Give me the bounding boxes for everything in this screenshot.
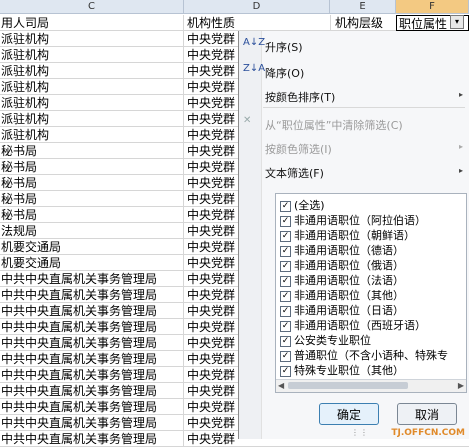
- cell-c[interactable]: 秘书局: [0, 143, 184, 159]
- cell-c[interactable]: 派驻机构: [0, 47, 184, 63]
- sort-descending-icon: Z↓A: [243, 63, 266, 74]
- cell-c[interactable]: 法规局: [0, 223, 184, 239]
- scroll-thumb[interactable]: [288, 382, 408, 389]
- filter-option[interactable]: ✓ 普通职位（不含小语种、特殊专: [280, 348, 448, 363]
- menu-item-sort-by-color[interactable]: 按颜色排序(T): [265, 89, 335, 105]
- filter-option-label: 非通用语职位（朝鲜语）: [294, 229, 415, 242]
- filter-option[interactable]: ✓ 非通用语职位（西班牙语）: [280, 318, 426, 333]
- cell-c[interactable]: 中共中央直属机关事务管理局: [0, 287, 184, 303]
- checkbox[interactable]: ✓: [280, 335, 291, 347]
- filter-option-label: 非通用语职位（阿拉伯语）: [294, 214, 426, 227]
- header-cell-e[interactable]: 机构层级: [330, 15, 396, 31]
- watermark: TJ.OFFCN.COM: [391, 428, 465, 438]
- checkbox[interactable]: ✓: [280, 350, 291, 362]
- filter-option[interactable]: ✓ 公安类专业职位: [280, 333, 371, 348]
- spreadsheet: C D E F 用人司局 机构性质 机构层级 职位属性 ▾ 派驻机构 中央党群 派驻…: [0, 0, 469, 447]
- menu-item-sort-descending[interactable]: 降序(O): [265, 65, 304, 81]
- cell-c[interactable]: 秘书局: [0, 207, 184, 223]
- checkbox[interactable]: ✓: [280, 365, 291, 377]
- filter-option-label: 非通用语职位（德语）: [294, 244, 404, 257]
- cell-c[interactable]: 中共中央直属机关事务管理局: [0, 367, 184, 383]
- menu-item-clear-filter[interactable]: 从“职位属性”中清除筛选(C): [265, 117, 403, 133]
- cell-c[interactable]: 中共中央直属机关事务管理局: [0, 335, 184, 351]
- checkbox[interactable]: ✓: [280, 260, 291, 272]
- submenu-arrow-icon: ▸: [458, 166, 463, 175]
- checkbox[interactable]: ✓: [280, 245, 291, 257]
- filter-option-label: 非通用语职位（俄语）: [294, 259, 404, 272]
- column-header-e[interactable]: E: [330, 0, 396, 14]
- filter-option[interactable]: ✓ (全选): [280, 198, 325, 213]
- cell-c[interactable]: 派驻机构: [0, 31, 184, 47]
- cell-c[interactable]: 中共中央直属机关事务管理局: [0, 431, 184, 447]
- sort-ascending-icon: A↓Z: [243, 37, 266, 48]
- filter-option[interactable]: ✓ 非通用语职位（德语）: [280, 243, 404, 258]
- cell-c[interactable]: 中共中央直属机关事务管理局: [0, 399, 184, 415]
- cell-c[interactable]: 中共中央直属机关事务管理局: [0, 319, 184, 335]
- cell-c[interactable]: 派驻机构: [0, 95, 184, 111]
- cell-c[interactable]: 机要交通局: [0, 239, 184, 255]
- cell-c[interactable]: 派驻机构: [0, 63, 184, 79]
- scroll-left-icon[interactable]: ◀: [278, 381, 284, 390]
- cell-c[interactable]: 中共中央直属机关事务管理局: [0, 303, 184, 319]
- horizontal-scrollbar[interactable]: ◀ ▶: [276, 379, 466, 392]
- filter-option[interactable]: ✓ 非通用语职位（日语）: [280, 303, 404, 318]
- filter-option-label: 普通职位（不含小语种、特殊专: [294, 349, 448, 362]
- cell-c[interactable]: 派驻机构: [0, 111, 184, 127]
- checkbox[interactable]: ✓: [280, 230, 291, 242]
- filter-option[interactable]: ✓ 非通用语职位（其他）: [280, 288, 404, 303]
- menu-item-sort-ascending[interactable]: 升序(S): [265, 39, 303, 55]
- checkbox[interactable]: ✓: [280, 275, 291, 287]
- cell-c[interactable]: 中共中央直属机关事务管理局: [0, 383, 184, 399]
- cell-c[interactable]: 秘书局: [0, 175, 184, 191]
- header-cell-c[interactable]: 用人司局: [0, 15, 184, 31]
- checkbox[interactable]: ✓: [280, 200, 291, 212]
- resize-grip-icon[interactable]: ⋮⋮: [351, 428, 369, 437]
- filter-option[interactable]: ✓ 特殊专业职位（其他）: [280, 363, 404, 378]
- cell-c[interactable]: 中共中央直属机关事务管理局: [0, 415, 184, 431]
- filter-option[interactable]: ✓ 非通用语职位（朝鲜语）: [280, 228, 415, 243]
- menu-icon-column: [239, 31, 262, 439]
- column-header-c[interactable]: C: [0, 0, 184, 14]
- cell-c[interactable]: 派驻机构: [0, 79, 184, 95]
- menu-item-filter-by-color[interactable]: 按颜色筛选(I): [265, 141, 332, 157]
- filter-option-label: 非通用语职位（日语）: [294, 304, 404, 317]
- checkbox[interactable]: ✓: [280, 215, 291, 227]
- menu-item-text-filter[interactable]: 文本筛选(F): [265, 165, 324, 181]
- cell-c[interactable]: 中共中央直属机关事务管理局: [0, 351, 184, 367]
- submenu-arrow-icon: ▸: [458, 142, 463, 151]
- scroll-right-icon[interactable]: ▶: [458, 381, 464, 390]
- header-row: 用人司局 机构性质 机构层级 职位属性 ▾: [0, 15, 469, 31]
- cell-c[interactable]: 秘书局: [0, 191, 184, 207]
- cell-c[interactable]: 中共中央直属机关事务管理局: [0, 271, 184, 287]
- checkbox[interactable]: ✓: [280, 290, 291, 302]
- filter-option[interactable]: ✓ 非通用语职位（阿拉伯语）: [280, 213, 426, 228]
- filter-option-label: (全选): [294, 199, 325, 212]
- filter-menu: A↓Z 升序(S) Z↓A 降序(O) 按颜色排序(T) ▸ ✕ 从“职位属性”…: [238, 31, 469, 439]
- cell-c[interactable]: 派驻机构: [0, 127, 184, 143]
- cell-c[interactable]: 秘书局: [0, 159, 184, 175]
- filter-option-label: 非通用语职位（法语）: [294, 274, 404, 287]
- submenu-arrow-icon: ▸: [458, 90, 463, 99]
- column-header-f[interactable]: F: [396, 0, 469, 14]
- filter-value-list[interactable]: ✓ (全选) ✓ 非通用语职位（阿拉伯语） ✓ 非通用语职位（朝鲜语） ✓ 非通用语职位（德语…: [275, 193, 467, 393]
- clear-filter-icon: ✕: [243, 115, 252, 126]
- ok-button[interactable]: 确定: [319, 403, 379, 425]
- column-header-d[interactable]: D: [184, 0, 330, 14]
- filter-option[interactable]: ✓ 非通用语职位（俄语）: [280, 258, 404, 273]
- menu-separator: [263, 107, 465, 108]
- filter-option-label: 非通用语职位（西班牙语）: [294, 319, 426, 332]
- header-cell-d[interactable]: 机构性质: [184, 15, 333, 31]
- cancel-button[interactable]: 取消: [397, 403, 457, 425]
- filter-option[interactable]: ✓ 非通用语职位（法语）: [280, 273, 404, 288]
- filter-option-label: 公安类专业职位: [294, 334, 371, 347]
- checkbox[interactable]: ✓: [280, 320, 291, 332]
- cell-c[interactable]: 机要交通局: [0, 255, 184, 271]
- filter-option-label: 特殊专业职位（其他）: [294, 364, 404, 377]
- filter-dropdown-button[interactable]: ▾: [450, 15, 464, 29]
- filter-option-label: 非通用语职位（其他）: [294, 289, 404, 302]
- checkbox[interactable]: ✓: [280, 305, 291, 317]
